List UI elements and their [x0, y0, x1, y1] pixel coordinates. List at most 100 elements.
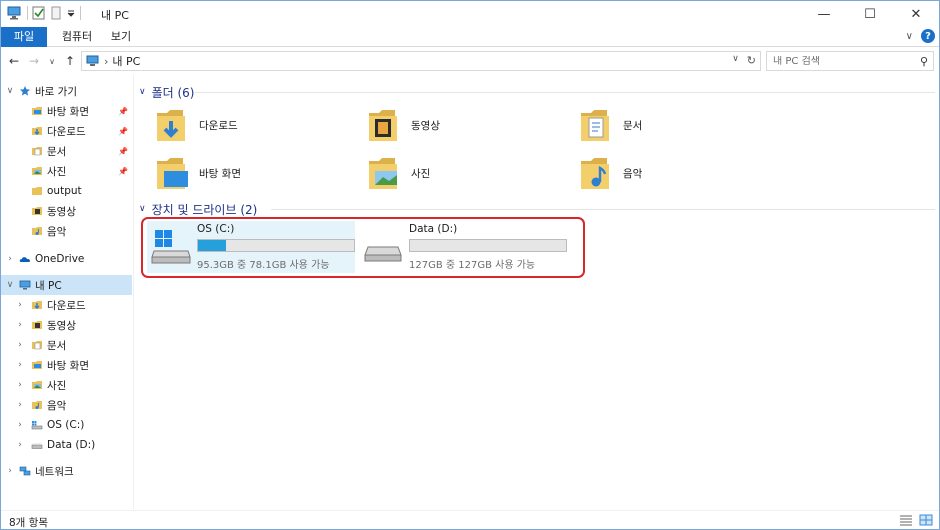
search-input[interactable] [773, 55, 913, 67]
chevron-right-icon[interactable]: › [15, 340, 25, 350]
tree-pc-pictures[interactable]: › 사진 [1, 375, 132, 395]
tree-quick-access[interactable]: ∨ 바로 가기 [1, 81, 132, 101]
os-drive-icon [31, 421, 43, 430]
folder-tile-downloads[interactable]: 다운로드 [153, 103, 353, 147]
tree-pc-data-drive[interactable]: › Data (D:) [1, 435, 132, 455]
address-bar[interactable]: › 내 PC ∨ ↻ [81, 51, 761, 71]
chevron-down-icon[interactable]: ∨ [139, 87, 146, 97]
pictures-folder-icon [32, 167, 42, 175]
pin-icon[interactable]: 📌 [118, 147, 128, 156]
large-icons-view-icon[interactable] [919, 514, 933, 526]
view-buttons [899, 514, 933, 526]
title-bar: 내 PC — ☐ ✕ [1, 1, 939, 27]
tree-pc-downloads[interactable]: › 다운로드 [1, 295, 132, 315]
chevron-right-icon[interactable]: › [15, 360, 25, 370]
chevron-right-icon[interactable]: › [15, 420, 25, 430]
breadcrumb-separator[interactable]: › [104, 55, 108, 68]
pictures-folder-icon [369, 158, 397, 189]
tree-item-downloads[interactable]: 다운로드 📌 [1, 121, 132, 141]
forward-button[interactable]: → [27, 53, 41, 69]
address-dropdown-icon[interactable]: ∨ [732, 54, 739, 67]
expand-ribbon-icon[interactable]: ∨ [906, 31, 913, 42]
tab-file[interactable]: 파일 [1, 27, 47, 47]
folder-tile-pictures[interactable]: 사진 [365, 151, 565, 195]
tab-view[interactable]: 보기 [105, 27, 137, 47]
tree-pc-documents[interactable]: › 문서 [1, 335, 132, 355]
folder-tile-desktop[interactable]: 바탕 화면 [153, 151, 353, 195]
chevron-right-icon[interactable]: › [5, 254, 15, 264]
recent-locations-button[interactable]: ∨ [45, 53, 59, 69]
item-count: 8개 항목 [9, 517, 48, 529]
desktop-folder-icon [157, 158, 188, 189]
window-controls: — ☐ ✕ [801, 1, 939, 27]
desktop-folder-icon [32, 361, 42, 369]
status-bar: 8개 항목 [1, 510, 939, 529]
refresh-icon[interactable]: ↻ [747, 54, 756, 67]
tree-network[interactable]: › 네트워크 [1, 461, 132, 481]
back-button[interactable]: ← [7, 53, 21, 69]
details-view-icon[interactable] [899, 514, 913, 526]
tree-label: 사진 [47, 165, 67, 178]
tree-label: 동영상 [47, 205, 76, 218]
chevron-down-icon[interactable]: ∨ [5, 280, 15, 290]
customize-qat-icon[interactable] [66, 8, 76, 18]
navigation-bar: ← → ∨ ↑ › 내 PC ∨ ↻ ⚲ [1, 48, 939, 74]
group-label: 폴더 (6) [151, 85, 195, 100]
maximize-button[interactable]: ☐ [847, 1, 893, 27]
tree-label: 네트워크 [35, 465, 74, 478]
tree-pc-videos[interactable]: › 동영상 [1, 315, 132, 335]
documents-folder-icon [581, 110, 609, 141]
tree-pc-music[interactable]: › 음악 [1, 395, 132, 415]
close-button[interactable]: ✕ [893, 1, 939, 27]
tree-onedrive[interactable]: › OneDrive [1, 249, 132, 269]
downloads-folder-icon [32, 127, 42, 136]
pin-icon[interactable]: 📌 [118, 127, 128, 136]
pin-icon[interactable]: 📌 [118, 107, 128, 116]
qat-separator [80, 6, 81, 20]
chevron-right-icon[interactable]: › [15, 320, 25, 330]
tree-label: OS (C:) [47, 419, 85, 431]
chevron-right-icon[interactable]: › [15, 440, 25, 450]
star-icon [20, 86, 30, 96]
tree-pc-os-drive[interactable]: › OS (C:) [1, 415, 132, 435]
this-pc-icon [86, 55, 99, 66]
properties-icon[interactable] [32, 6, 46, 20]
tree-this-pc[interactable]: ∨ 내 PC [1, 275, 132, 295]
this-pc-app-icon [7, 6, 21, 20]
pin-icon[interactable]: 📌 [118, 167, 128, 176]
search-icon[interactable]: ⚲ [920, 55, 928, 68]
up-button[interactable]: ↑ [63, 53, 77, 69]
group-header-drives[interactable]: ∨ 장치 및 드라이브 (2) [139, 200, 257, 218]
tab-computer[interactable]: 컴퓨터 [57, 27, 97, 47]
search-box[interactable]: ⚲ [766, 51, 934, 71]
tree-item-music[interactable]: 음악 [1, 221, 132, 241]
pane-divider[interactable] [133, 75, 134, 509]
folder-tile-documents[interactable]: 문서 [577, 103, 777, 147]
breadcrumb-this-pc[interactable]: 내 PC [112, 53, 140, 69]
new-folder-icon[interactable] [50, 6, 62, 20]
data-drive-icon [31, 443, 43, 449]
tree-label: 바탕 화면 [47, 359, 89, 372]
chevron-right-icon[interactable]: › [15, 400, 25, 410]
tree-item-pictures[interactable]: 사진 📌 [1, 161, 132, 181]
downloads-folder-icon [157, 110, 185, 141]
chevron-right-icon[interactable]: › [15, 380, 25, 390]
folder-tile-videos[interactable]: 동영상 [365, 103, 565, 147]
navigation-pane: ∨ 바로 가기 바탕 화면 📌 다운로드 📌 문서 📌 사진 📌 output … [1, 79, 132, 509]
folder-tile-music[interactable]: 음악 [577, 151, 777, 195]
minimize-button[interactable]: — [801, 1, 847, 27]
chevron-right-icon[interactable]: › [15, 300, 25, 310]
group-header-folders[interactable]: ∨ 폴더 (6) [139, 83, 195, 101]
chevron-down-icon[interactable]: ∨ [139, 204, 146, 214]
folder-label: 음악 [623, 167, 643, 180]
help-icon[interactable]: ? [921, 29, 935, 43]
tree-item-output[interactable]: output [1, 181, 132, 201]
chevron-right-icon[interactable]: › [5, 466, 15, 476]
chevron-down-icon[interactable]: ∨ [5, 86, 15, 96]
folder-label: 다운로드 [199, 119, 238, 132]
onedrive-cloud-icon [19, 257, 31, 262]
tree-item-desktop[interactable]: 바탕 화면 📌 [1, 101, 132, 121]
tree-pc-desktop[interactable]: › 바탕 화면 [1, 355, 132, 375]
tree-item-documents[interactable]: 문서 📌 [1, 141, 132, 161]
tree-item-videos[interactable]: 동영상 [1, 201, 132, 221]
